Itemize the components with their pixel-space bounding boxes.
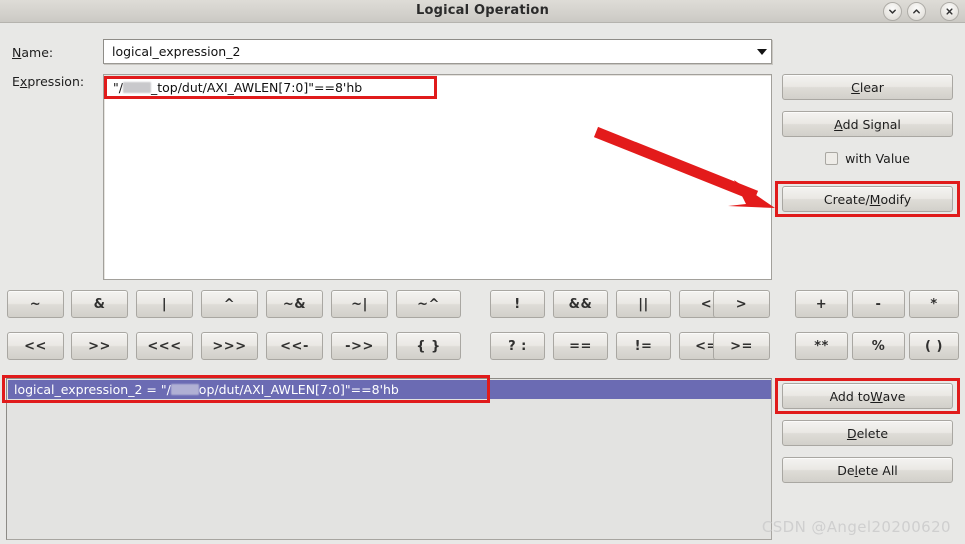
list-item-prefix: logical_expression_2 = "/ xyxy=(14,382,171,397)
operator-equal[interactable]: == xyxy=(553,332,608,360)
operator-minus[interactable]: - xyxy=(852,290,905,318)
expression-textarea[interactable]: "/ _top/dut/AXI_AWLEN[7:0]"==8'hb xyxy=(103,74,772,280)
with-value-row[interactable]: with Value xyxy=(782,148,953,168)
redaction-block xyxy=(170,384,199,395)
list-item[interactable]: logical_expression_2 = "/ op/dut/AXI_AWLE… xyxy=(8,380,771,399)
operator-shift-left[interactable]: << xyxy=(7,332,64,360)
operator-ternary[interactable]: ? : xyxy=(490,332,545,360)
maximize-icon[interactable] xyxy=(907,2,926,21)
operator-nor[interactable]: ~| xyxy=(331,290,388,318)
with-value-checkbox[interactable] xyxy=(825,151,839,165)
expression-label: Expression: xyxy=(12,74,85,89)
name-combobox[interactable]: logical_expression_2 xyxy=(103,39,772,64)
add-signal-button[interactable]: Add Signal xyxy=(782,111,953,137)
expression-list[interactable]: logical_expression_2 = "/ op/dut/AXI_AWLE… xyxy=(6,378,772,540)
logical-operation-dialog: Logical Operation Name: logical_expressi… xyxy=(0,0,965,544)
add-to-wave-button[interactable]: Add to Wave xyxy=(782,383,953,409)
operator-logical-not[interactable]: ! xyxy=(490,290,545,318)
operator-shift-right[interactable]: >> xyxy=(71,332,128,360)
operator-shift-left-arith[interactable]: <<< xyxy=(136,332,193,360)
operator-logical-or[interactable]: || xyxy=(616,290,671,318)
delete-all-button[interactable]: De l ete All xyxy=(782,457,953,483)
expression-suffix: _top/dut/AXI_AWLEN[7:0]"==8'hb xyxy=(150,80,363,95)
operator-rotate-left[interactable]: <<- xyxy=(266,332,323,360)
operator-parentheses[interactable]: ( ) xyxy=(909,332,959,360)
chevron-down-icon[interactable] xyxy=(757,48,767,55)
window-controls xyxy=(883,2,959,21)
operator-multiply[interactable]: * xyxy=(909,290,959,318)
title-bar: Logical Operation xyxy=(0,0,965,23)
window-title: Logical Operation xyxy=(415,3,550,18)
operator-concat[interactable]: { } xyxy=(396,332,461,360)
operator-logical-and[interactable]: && xyxy=(553,290,608,318)
operator-bitwise-and[interactable]: & xyxy=(71,290,128,318)
delete-button[interactable]: Delete xyxy=(782,420,953,446)
operator-modulo[interactable]: % xyxy=(852,332,905,360)
list-item-suffix: op/dut/AXI_AWLEN[7:0]"==8'hb xyxy=(198,382,399,397)
operator-bitwise-not[interactable]: ~ xyxy=(7,290,64,318)
minimize-icon[interactable] xyxy=(883,2,902,21)
operator-shift-right-arith[interactable]: >>> xyxy=(201,332,258,360)
name-value: logical_expression_2 xyxy=(112,44,241,59)
operator-plus[interactable]: + xyxy=(795,290,848,318)
operator-xnor[interactable]: ~^ xyxy=(396,290,461,318)
watermark: CSDN @Angel20200620 xyxy=(761,518,951,536)
operator-not-equal[interactable]: != xyxy=(616,332,671,360)
name-label: Name: xyxy=(12,45,54,60)
operator-bitwise-xor[interactable]: ^ xyxy=(201,290,258,318)
operator-greater-equal[interactable]: >= xyxy=(713,332,770,360)
expression-value: "/ _top/dut/AXI_AWLEN[7:0]"==8'hb xyxy=(113,80,362,95)
redaction-block xyxy=(122,82,151,93)
operator-nand[interactable]: ~& xyxy=(266,290,323,318)
operator-bitwise-or[interactable]: | xyxy=(136,290,193,318)
operator-greater-than[interactable]: > xyxy=(713,290,770,318)
with-value-label: with Value xyxy=(845,150,910,166)
operator-power[interactable]: ** xyxy=(795,332,848,360)
create-modify-button[interactable]: Create/Modify xyxy=(782,186,953,212)
clear-button[interactable]: Clear xyxy=(782,74,953,100)
expression-prefix: "/ xyxy=(113,80,123,95)
close-icon[interactable] xyxy=(940,2,959,21)
operator-rotate-right[interactable]: ->> xyxy=(331,332,388,360)
